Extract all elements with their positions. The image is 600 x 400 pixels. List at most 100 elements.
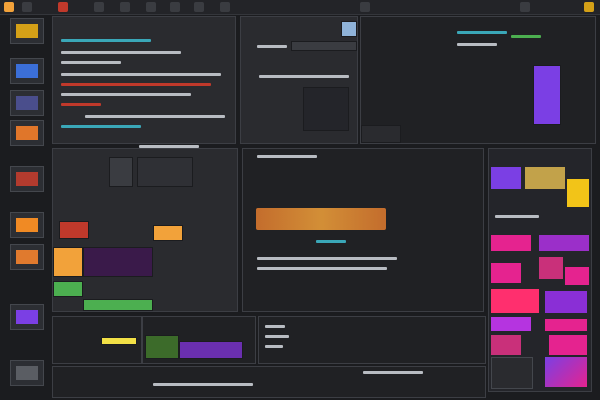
thumbnail-item[interactable]: [10, 360, 44, 386]
thumbnail-icon: [16, 172, 38, 186]
info-line: [511, 35, 541, 38]
color-icon[interactable]: [220, 2, 230, 12]
canvas-line: [257, 267, 387, 270]
color-swatch[interactable]: [53, 281, 83, 297]
thumbnail-item[interactable]: [10, 166, 44, 192]
swatch-tile[interactable]: [491, 335, 521, 355]
accent-color[interactable]: [153, 225, 183, 241]
property-box[interactable]: [137, 157, 193, 187]
thumbnail-icon: [16, 310, 38, 324]
grid-icon[interactable]: [194, 2, 204, 12]
list-item[interactable]: [61, 83, 211, 86]
thumbnail-icon: [16, 366, 38, 380]
status-box: [361, 125, 401, 143]
color-swatch-strip[interactable]: [533, 65, 561, 125]
swatch-tile[interactable]: [567, 179, 589, 207]
swatch-tile[interactable]: [525, 167, 565, 189]
thumbnail-item[interactable]: [10, 90, 44, 116]
edit-icon[interactable]: [58, 2, 68, 12]
swatch-label: [495, 215, 539, 218]
status-color[interactable]: [59, 221, 89, 239]
thumbnail-item[interactable]: [10, 244, 44, 270]
layer-list-panel: [52, 16, 236, 148]
list-item[interactable]: [61, 39, 151, 42]
headline-highlight: [256, 208, 386, 230]
layers-icon[interactable]: [120, 2, 130, 12]
preview-line: [259, 75, 349, 78]
subheadline-mark: [316, 240, 346, 243]
swatch-tile[interactable]: [491, 317, 531, 331]
list-item[interactable]: [61, 73, 221, 76]
bottom-panel: [142, 316, 256, 364]
top-right-panel: [360, 16, 596, 144]
status-bar: [52, 366, 486, 398]
thumbnail-icon: [16, 250, 38, 264]
list-item[interactable]: [61, 125, 141, 128]
thumbnail-icon: [16, 64, 38, 78]
thumbnail-icon: [16, 218, 38, 232]
window-icon[interactable]: [584, 2, 594, 12]
swatch-tile[interactable]: [491, 289, 539, 313]
canvas-line: [257, 155, 317, 158]
thumbnail-rail: [10, 16, 46, 398]
list-item[interactable]: [85, 115, 225, 118]
canvas-area[interactable]: [242, 148, 484, 312]
properties-panel: [52, 148, 238, 312]
canvas-line: [257, 257, 397, 260]
settings-icon[interactable]: [360, 2, 370, 12]
swatch-tile[interactable]: [539, 257, 563, 279]
color-swatch[interactable]: [83, 247, 153, 277]
swatch-tile[interactable]: [491, 263, 521, 283]
top-toolbar: [0, 0, 600, 15]
thumbnail-item[interactable]: [10, 120, 44, 146]
preview-panel: [240, 16, 358, 144]
thumbnail-icon: [16, 24, 38, 38]
thumbnail-icon: [16, 96, 38, 110]
crop-icon[interactable]: [170, 2, 180, 12]
swatch-tile[interactable]: [491, 167, 521, 189]
info-line: [265, 325, 285, 328]
swatch-tile[interactable]: [545, 291, 587, 313]
list-item[interactable]: [61, 51, 181, 54]
color-swatch[interactable]: [101, 337, 137, 345]
color-swatch[interactable]: [53, 247, 83, 277]
list-item[interactable]: [61, 93, 191, 96]
swatch-tile[interactable]: [539, 235, 589, 251]
swatch-tile[interactable]: [491, 357, 533, 389]
status-line: [153, 383, 253, 386]
thumbnail-item[interactable]: [10, 58, 44, 84]
swatch-tile[interactable]: [545, 357, 587, 387]
swatch-tile[interactable]: [565, 267, 589, 285]
preview-field[interactable]: [291, 41, 357, 51]
color-swatch[interactable]: [83, 299, 153, 311]
status-line: [363, 371, 423, 374]
preview-canvas[interactable]: [303, 87, 349, 131]
list-item[interactable]: [61, 61, 121, 64]
bottom-panel: [52, 316, 142, 364]
brush-icon[interactable]: [146, 2, 156, 12]
swatch-tile[interactable]: [491, 235, 531, 251]
swatch-tile[interactable]: [549, 335, 587, 355]
thumbnail-item[interactable]: [10, 18, 44, 44]
list-item[interactable]: [61, 103, 101, 106]
help-icon[interactable]: [520, 2, 530, 12]
info-line: [265, 345, 283, 348]
info-line: [457, 43, 497, 46]
file-icon[interactable]: [22, 2, 32, 12]
swatch-grid-panel: [488, 148, 592, 392]
texture-swatch[interactable]: [145, 335, 179, 359]
bottom-panel: [258, 316, 486, 364]
view-icon[interactable]: [94, 2, 104, 12]
thumbnail-icon: [16, 126, 38, 140]
thumbnail-item[interactable]: [10, 304, 44, 330]
preview-image-icon[interactable]: [341, 21, 357, 37]
editor-window: [0, 0, 600, 400]
app-icon[interactable]: [4, 2, 14, 12]
thumbnail-item[interactable]: [10, 212, 44, 238]
info-line: [265, 335, 289, 338]
swatch-tile[interactable]: [545, 319, 587, 331]
preview-label: [257, 45, 287, 48]
info-line: [457, 31, 507, 34]
property-box[interactable]: [109, 157, 133, 187]
color-swatch[interactable]: [179, 341, 243, 359]
